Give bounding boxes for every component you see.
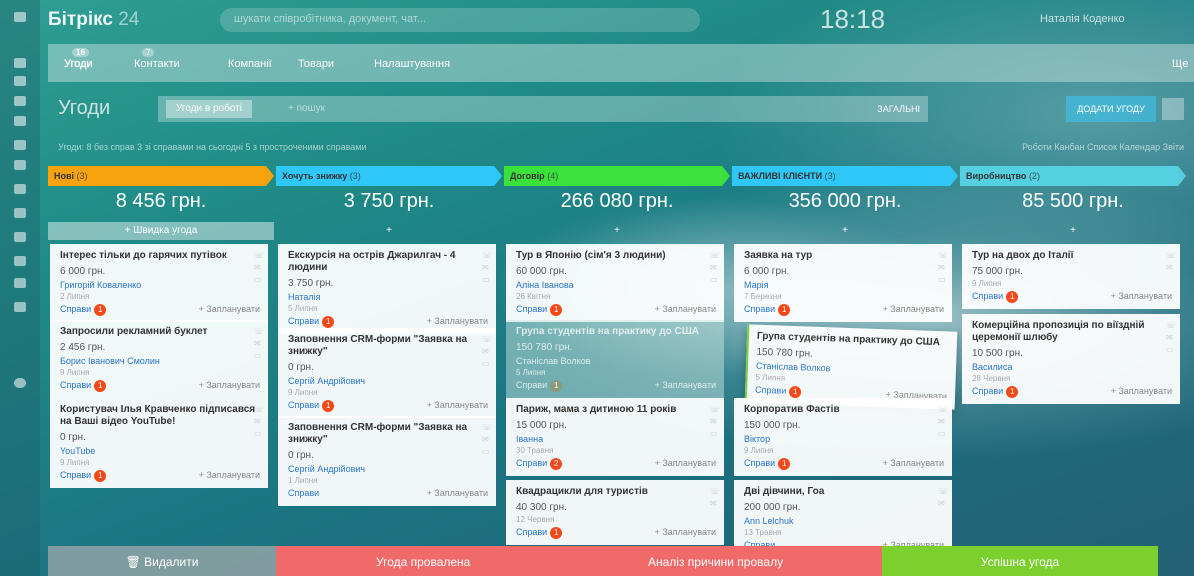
page-title: Угоди [58,97,111,119]
page-header: Угоди Угоди в роботі + пошук ЗАГАЛЬНІ ДО… [48,92,1194,128]
filter-placeholder[interactable]: + пошук [288,103,325,114]
failed-zone[interactable]: Угода провалена Аналіз причини провалу [276,546,882,576]
quick-deal-button[interactable]: + [504,222,730,240]
settings-icon[interactable] [14,278,26,288]
tab-companies[interactable]: Компанії [228,58,272,70]
crm-tabs: 16 Угоди 7 Контакти Компанії Товари Налашт… [48,44,1194,82]
tab-settings[interactable]: Налаштування [374,58,450,70]
deal-card-placeholder[interactable]: Група студентів на практику до США 150 7… [506,320,724,398]
deal-card[interactable]: ☏ ✉ Квадрацикли для туристів 40 300 грн. … [506,480,724,545]
card-icons[interactable]: ☏ ✉ ▭ [254,404,264,440]
column-sum: 266 080 грн. [560,190,674,212]
card-icons[interactable]: ☏ ✉ [1166,250,1176,274]
quick-deal-button[interactable]: + [732,222,958,240]
filter-chip[interactable]: Угоди в роботі [166,100,252,118]
sites-icon[interactable] [14,232,26,242]
column-header[interactable]: Хочуть знижку (3) [276,166,502,186]
calendar-icon[interactable] [14,160,26,170]
users-icon[interactable] [14,116,26,126]
tab-contacts[interactable]: 7 Контакти [134,48,180,70]
tab-products[interactable]: Товари [298,58,334,70]
crm-icon[interactable] [14,140,26,150]
left-sidebar [0,0,40,576]
user-name[interactable]: Наталія Коденко [1040,13,1125,25]
column-header[interactable]: Нові (3) [48,166,274,186]
column-sum: 85 500 грн. [1022,190,1124,212]
column-header[interactable]: ВАЖЛИВІ КЛІЄНТИ (3) [732,166,958,186]
trash-icon: 🗑 [125,555,141,569]
logo: Бітрікс 24 [48,9,140,30]
clock: 18:18 [820,4,886,34]
dragged-deal-card[interactable]: Група студентів на практику до США 150 7… [744,324,958,410]
tab-deals[interactable]: 16 Угоди [64,48,93,70]
card-icons[interactable]: ☏ ✉ ▭ [482,422,492,458]
chat-icon[interactable] [14,96,26,106]
card-icons[interactable]: ☏ ✉ ▭ [482,250,492,286]
quick-deal-button[interactable]: + Швидка угода [48,222,274,240]
top-bar: Бітрікс 24 шукати співробітника, докумен… [40,0,1194,40]
deal-card[interactable]: ☏ ✉ ▭ Тур в Японію (сім'я 3 людини) 60 000… [506,244,724,322]
column-production: Виробництво (2) 85 500 грн. + ☏ ✉ Тур на … [960,166,1186,546]
column-sum: 8 456 грн. [115,190,207,212]
tab-more[interactable]: Ще [1172,58,1188,70]
card-icons[interactable]: ☏ ✉ ▭ [482,334,492,370]
success-zone[interactable]: Успішна угода [882,546,1158,576]
column-header[interactable]: Виробництво (2) [960,166,1186,186]
total-label[interactable]: ЗАГАЛЬНІ [877,104,920,114]
deal-card[interactable]: ☏ ✉ ▭ Інтерес тільки до гарячих путівок 6 … [50,244,268,322]
gear-icon[interactable] [1162,98,1184,120]
card-icons[interactable]: ☏ ✉ [710,486,720,510]
search-input[interactable]: шукати співробітника, документ, чат... [220,8,700,32]
deal-card[interactable]: ☏ ✉ ▭ Заявка на тур 6 000 грн. Марія 7 Бер… [734,244,952,322]
column-contract: Договір (4) 266 080 грн. + ☏ ✉ ▭ Тур в Япо… [504,166,730,546]
column-sum: 356 000 грн. [788,190,902,212]
column-header[interactable]: Договір (4) [504,166,730,186]
filter-icon[interactable] [14,208,26,218]
filter-bar[interactable]: Угоди в роботі + пошук ЗАГАЛЬНІ [158,96,928,122]
quick-deal-button[interactable]: + [960,222,1186,240]
quick-deal-button[interactable]: + [276,222,502,240]
tasks-icon[interactable] [14,76,26,86]
card-icons[interactable]: ☏ ✉ ▭ [938,250,948,286]
deal-card[interactable]: ☏ ✉ ▭ Париж, мама з дитиною 11 років 15 00… [506,398,724,476]
deal-card[interactable]: ☏ ✉ ▭ Екскурсія на острів Джарилгач - 4 лю… [278,244,496,334]
column-sum: 3 750 грн. [343,190,435,212]
add-deal-button[interactable]: ДОДАТИ УГОДУ [1066,96,1156,122]
view-switcher[interactable]: Роботи Канбан Список Календар Звіти [1022,142,1184,152]
feed-icon[interactable] [14,58,26,68]
menu-icon[interactable] [14,12,26,22]
store-icon[interactable] [14,256,26,266]
delete-zone[interactable]: 🗑 Видалити [48,546,276,576]
deal-card[interactable]: ☏ ✉ ▭ Заповнення CRM-форми "Заявка на зниж… [278,416,496,506]
column-discount: Хочуть знижку (3) 3 750 грн. + ☏ ✉ ▭ Екску… [276,166,502,546]
card-icons[interactable]: ☏ ✉ ▭ [254,250,264,286]
card-icons[interactable]: ☏ ✉ ▭ [938,404,948,440]
deal-card[interactable]: ☏ ✉ ▭ Заповнення CRM-форми "Заявка на зниж… [278,328,496,418]
deal-card[interactable]: ☏ ✉ ▭ Корпоратив Фастів 150 000 грн. Вікто… [734,398,952,476]
apps-icon[interactable] [14,302,26,312]
deal-counters[interactable]: Угоди: 8 без справ 3 зі справами на сьог… [58,142,367,152]
deal-card[interactable]: ☏ ✉ ▭ Комерційна пропозиція по віїздній це… [962,314,1180,404]
deal-card[interactable]: ☏ ✉ ▭ Запросили рекламний буклет 2 456 грн… [50,320,268,398]
card-icons[interactable]: ☏ ✉ ▭ [710,404,720,440]
clock-icon[interactable] [14,184,26,194]
help-icon[interactable] [14,378,26,388]
info-bar: Угоди: 8 без справ 3 зі справами на сьог… [48,138,1194,156]
column-new: Нові (3) 8 456 грн. + Швидка угода ☏ ✉ ▭ І… [48,166,274,546]
drop-zones: 🗑 Видалити Угода провалена Аналіз причин… [0,546,1194,576]
card-icons[interactable]: ☏ ✉ ▭ [254,326,264,362]
column-important: ВАЖЛИВІ КЛІЄНТИ (3) 356 000 грн. + ☏ ✉ ▭ З… [732,166,958,558]
card-icons[interactable]: ☏ ✉ ▭ [710,250,720,286]
card-icons[interactable]: ☏ ✉ [938,486,948,510]
deal-card[interactable]: ☏ ✉ Тур на двох до Італії 75 000 грн. 9 Л… [962,244,1180,309]
deal-card[interactable]: ☏ ✉ ▭ Користувач Ілья Кравченко підписався… [50,398,268,488]
card-icons[interactable]: ☏ ✉ ▭ [1166,320,1176,356]
